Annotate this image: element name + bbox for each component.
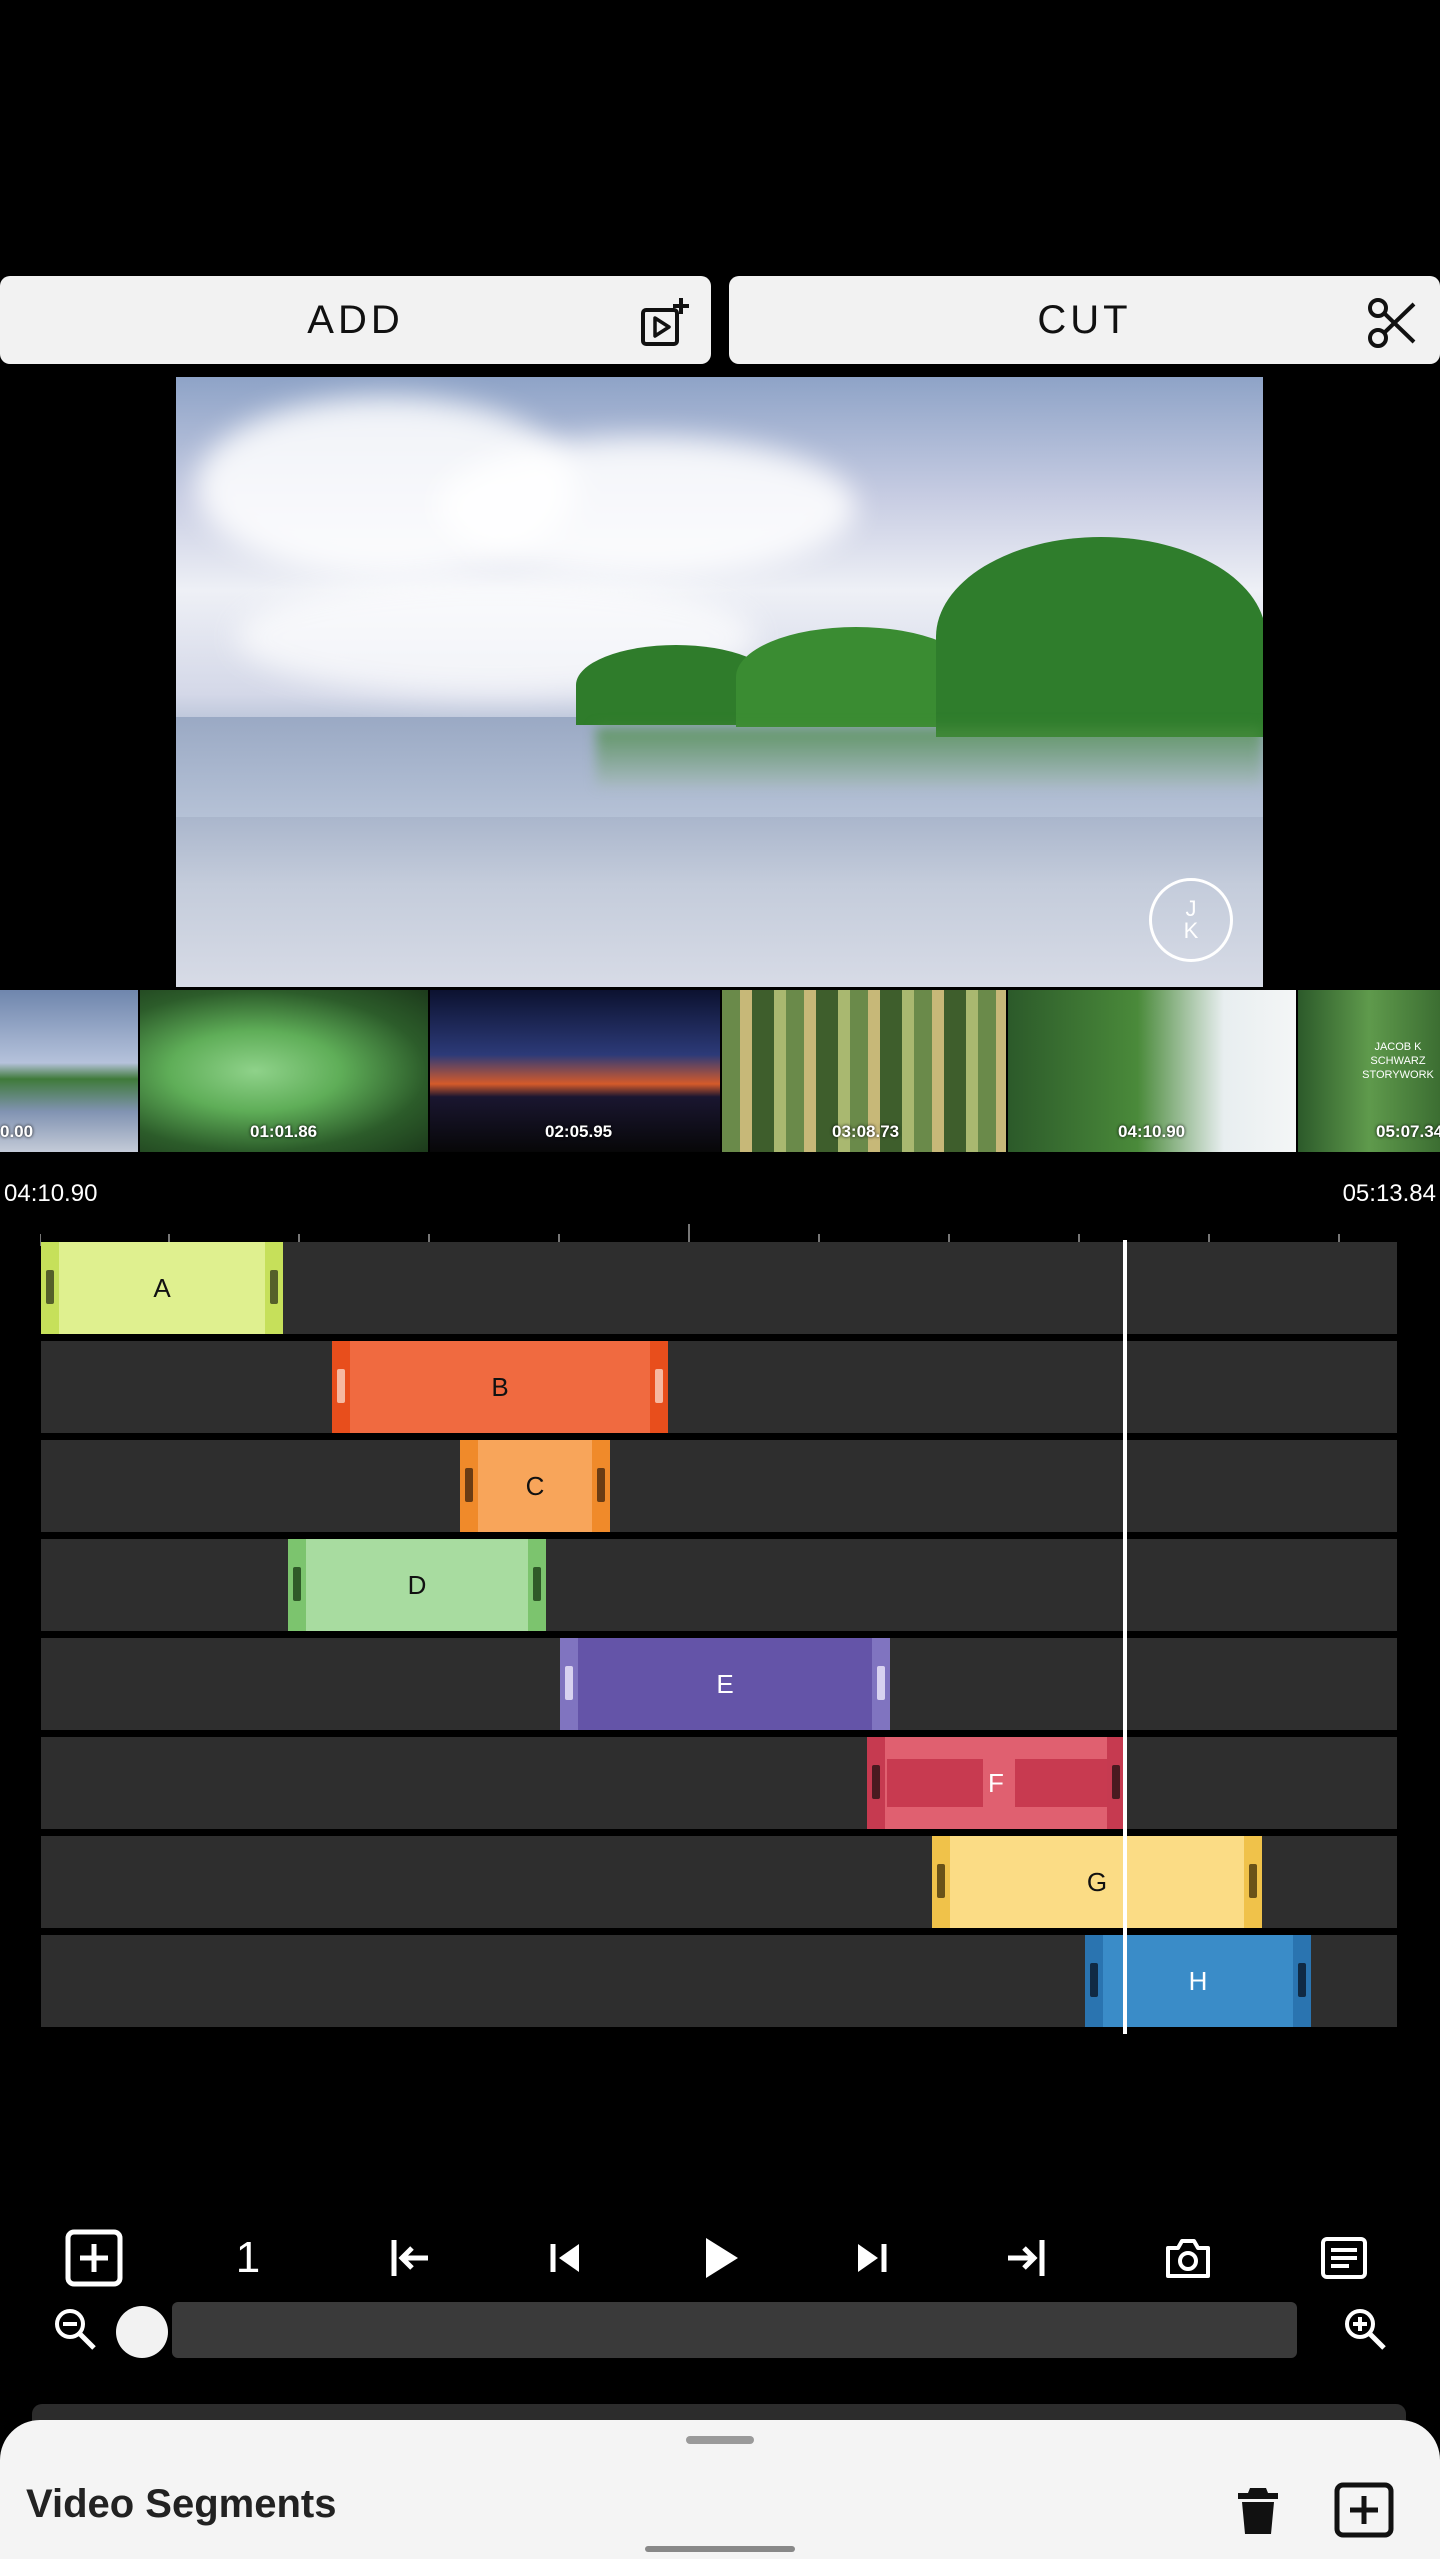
skip-next-icon xyxy=(858,2244,887,2272)
segment-end-handle[interactable] xyxy=(1244,1836,1262,1928)
playhead[interactable] xyxy=(1123,1240,1127,2034)
segment-start-handle[interactable] xyxy=(41,1242,59,1334)
segment-c[interactable]: C xyxy=(460,1440,610,1532)
sheet-drag-handle[interactable] xyxy=(686,2436,754,2444)
zoom-out-icon[interactable] xyxy=(52,2306,98,2352)
next-button[interactable] xyxy=(842,2228,902,2288)
segment-label: B xyxy=(491,1371,509,1402)
thumbnail-time: 04:10.90 xyxy=(1118,1122,1186,1141)
add-box-icon xyxy=(65,2229,123,2287)
segment-end-handle[interactable] xyxy=(1293,1935,1311,2027)
track-d[interactable]: D xyxy=(41,1539,1397,1631)
track-g[interactable]: G xyxy=(41,1836,1397,1928)
segment-end-handle[interactable] xyxy=(592,1440,610,1532)
segment-start-handle[interactable] xyxy=(460,1440,478,1532)
thumbnail-time: 01:01.86 xyxy=(250,1122,318,1141)
segment-b[interactable]: B xyxy=(332,1341,668,1433)
segment-end-handle[interactable] xyxy=(265,1242,283,1334)
timeline-end-time: 05:13.84 xyxy=(1342,1180,1436,1207)
frame-step-label: 1 xyxy=(235,2233,261,2282)
camera-icon xyxy=(1166,2239,1210,2278)
track-f[interactable]: F xyxy=(41,1737,1397,1829)
scissors-icon xyxy=(1368,298,1416,348)
segment-start-handle[interactable] xyxy=(288,1539,306,1631)
segment-label: H xyxy=(1188,1965,1208,1996)
segment-start-handle[interactable] xyxy=(332,1341,350,1433)
segment-g[interactable]: G xyxy=(932,1836,1262,1928)
jump-start-icon xyxy=(391,2240,428,2276)
segment-f[interactable]: F xyxy=(867,1737,1125,1829)
skip-previous-icon xyxy=(550,2244,579,2272)
snapshot-button[interactable] xyxy=(1158,2228,1218,2288)
track-h[interactable]: H xyxy=(41,1935,1397,2027)
jump-to-end-button[interactable] xyxy=(996,2228,1056,2288)
add-button[interactable]: ADD xyxy=(0,276,711,364)
jump-to-start-button[interactable] xyxy=(380,2228,440,2288)
notes-icon xyxy=(1321,2237,1367,2279)
thumbnail[interactable]: 0.00 xyxy=(0,990,138,1152)
track-c[interactable]: C xyxy=(41,1440,1397,1532)
thumbnail-time: 0.00 xyxy=(0,1122,34,1141)
jump-end-icon xyxy=(1008,2240,1045,2276)
segment-label: E xyxy=(716,1668,734,1699)
thumbnail-time: 03:08.73 xyxy=(832,1122,900,1141)
add-label: ADD xyxy=(307,297,404,342)
thumbnail-time: 02:05.95 xyxy=(545,1122,613,1141)
segment-end-handle[interactable] xyxy=(650,1341,668,1433)
thumbnail-overlay-text: JACOB K SCHWARZ STORYWORK xyxy=(1362,1041,1434,1081)
gesture-nav-bar xyxy=(645,2546,795,2552)
thumbnail-strip[interactable]: 0.00 01:01.86 02:05.95 03:08.73 04:10.90… xyxy=(0,990,1440,1152)
segment-end-handle[interactable] xyxy=(528,1539,546,1631)
thumbnail[interactable]: 03:08.73 xyxy=(722,990,1006,1152)
track-a[interactable]: A xyxy=(41,1242,1397,1334)
notes-button[interactable] xyxy=(1314,2228,1374,2288)
thumbnail[interactable]: JACOB K SCHWARZ STORYWORK 05:07.34 xyxy=(1298,990,1440,1152)
timeline-start-time: 04:10.90 xyxy=(4,1180,98,1207)
cut-label: CUT xyxy=(1037,297,1132,342)
segment-d[interactable]: D xyxy=(288,1539,546,1631)
segment-label: F xyxy=(988,1767,1004,1798)
frame-step-value[interactable]: 1 xyxy=(218,2228,278,2288)
segment-start-handle[interactable] xyxy=(867,1737,885,1829)
track-e[interactable]: E xyxy=(41,1638,1397,1730)
segment-label: C xyxy=(525,1470,545,1501)
thumbnail[interactable]: 02:05.95 xyxy=(430,990,720,1152)
thumbnail[interactable]: 04:10.90 xyxy=(1008,990,1296,1152)
logo-letter-k: K xyxy=(1183,918,1199,943)
zoom-in-icon[interactable] xyxy=(1342,2306,1388,2352)
watermark-logo: J K xyxy=(1149,878,1233,962)
add-video-icon xyxy=(641,298,689,346)
logo-letter-j: J xyxy=(1185,896,1197,921)
zoom-slider-thumb[interactable] xyxy=(116,2306,168,2358)
segment-label: A xyxy=(153,1272,171,1303)
cut-button[interactable]: CUT xyxy=(729,276,1440,364)
segment-start-handle[interactable] xyxy=(560,1638,578,1730)
segment-label: D xyxy=(407,1569,427,1600)
add-box-icon[interactable] xyxy=(1334,2482,1394,2538)
sheet-title: Video Segments xyxy=(26,2482,337,2526)
track-b[interactable]: B xyxy=(41,1341,1397,1433)
trash-icon[interactable] xyxy=(1234,2484,1282,2538)
segment-h[interactable]: H xyxy=(1085,1935,1311,2027)
segment-start-handle[interactable] xyxy=(1085,1935,1103,2027)
play-icon xyxy=(706,2238,738,2278)
thumbnail-time: 05:07.34 xyxy=(1376,1122,1440,1141)
thumbnail[interactable]: 01:01.86 xyxy=(140,990,428,1152)
video-segments-sheet[interactable]: Video Segments xyxy=(0,2420,1440,2559)
previous-button[interactable] xyxy=(535,2228,595,2288)
segment-end-handle[interactable] xyxy=(872,1638,890,1730)
segment-e[interactable]: E xyxy=(560,1638,890,1730)
zoom-slider-track[interactable] xyxy=(172,2302,1297,2358)
segment-a[interactable]: A xyxy=(41,1242,283,1334)
add-segment-button[interactable] xyxy=(64,2228,124,2288)
video-preview[interactable]: J K xyxy=(176,377,1263,987)
segment-label: G xyxy=(1086,1866,1108,1897)
segment-start-handle[interactable] xyxy=(932,1836,950,1928)
play-button[interactable] xyxy=(690,2228,750,2288)
